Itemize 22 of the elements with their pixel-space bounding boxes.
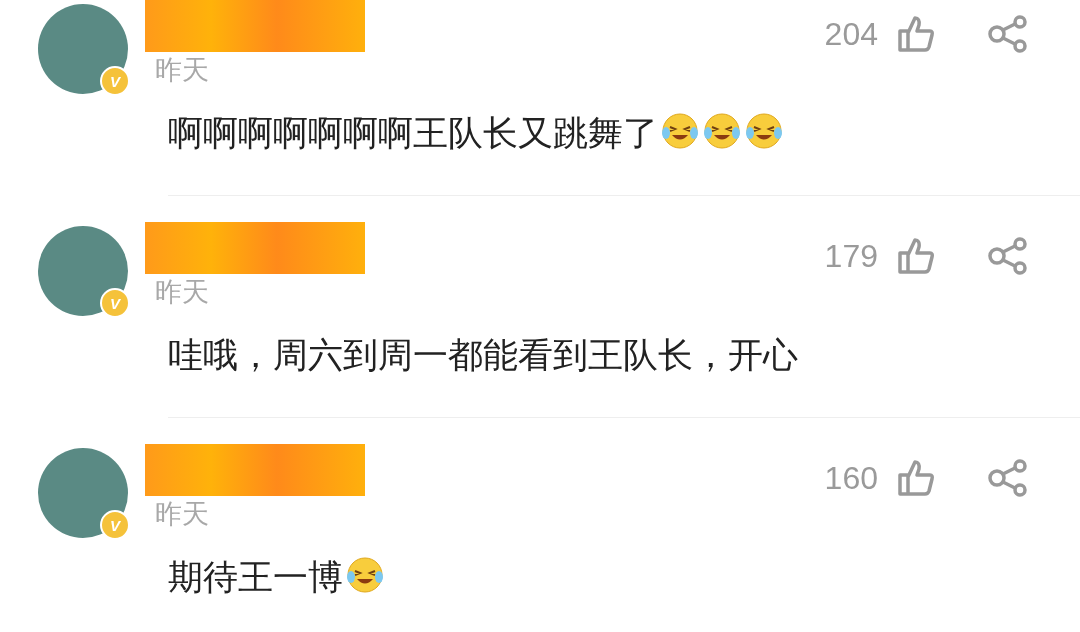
laughing-crying-emoji-icon xyxy=(744,111,784,151)
verified-badge: V xyxy=(100,510,130,540)
share-icon[interactable] xyxy=(986,14,1030,54)
comment-time: 昨天 xyxy=(155,275,210,309)
laughing-crying-emoji-icon xyxy=(345,555,385,595)
comment-time: 昨天 xyxy=(155,53,210,87)
laughing-crying-emoji-icon xyxy=(660,111,700,151)
like-count: 179 xyxy=(824,237,878,275)
verified-badge: V xyxy=(100,288,130,318)
thumbs-up-icon[interactable] xyxy=(896,236,936,276)
comment-text: 哇哦，周六到周一都能看到王队长，开心 xyxy=(168,334,799,377)
comment-time: 昨天 xyxy=(155,497,210,531)
comment-text: 期待王一博 xyxy=(168,554,1080,601)
thumbs-up-icon[interactable] xyxy=(896,458,936,498)
laughing-crying-emoji-icon xyxy=(702,111,742,151)
comment-text: 啊啊啊啊啊啊啊王队长又跳舞了 xyxy=(168,110,1080,157)
share-icon[interactable] xyxy=(986,236,1030,276)
like-count: 160 xyxy=(824,459,878,497)
verified-badge: V xyxy=(100,66,130,96)
like-count: 204 xyxy=(824,15,878,53)
share-icon[interactable] xyxy=(986,458,1030,498)
thumbs-up-icon[interactable] xyxy=(896,14,936,54)
